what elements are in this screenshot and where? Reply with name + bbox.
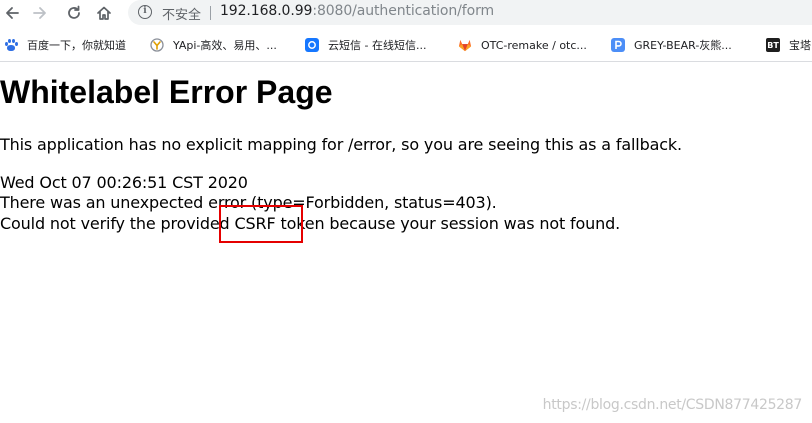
url-path: :8080/authentication/form	[312, 3, 495, 19]
bookmark-cloud-sms[interactable]: 云短信 - 在线短信...	[305, 37, 426, 53]
bookmark-label: 宝塔	[789, 39, 811, 52]
forward-arrow-icon[interactable]	[30, 3, 50, 23]
gitlab-icon	[458, 38, 472, 52]
bookmark-label: YApi-高效、易用、...	[173, 39, 277, 52]
browser-toolbar: i 不安全 192.168.0.99:8080/authentication/f…	[0, 0, 812, 26]
info-icon[interactable]: i	[138, 5, 152, 19]
bookmark-baidu[interactable]: 百度一下，你就知道	[4, 37, 126, 53]
csrf-highlight-box	[219, 205, 303, 243]
cloud-sms-icon	[305, 38, 319, 52]
bookmarks-bar: 百度一下，你就知道 YApi-高效、易用、... 云短信 - 在线短信... O…	[0, 26, 812, 62]
security-label[interactable]: 不安全	[162, 4, 201, 23]
bookmark-label: OTC-remake / otc...	[481, 38, 587, 52]
page-content: Whitelabel Error Page This application h…	[0, 62, 812, 423]
reload-icon[interactable]	[64, 3, 84, 23]
bookmark-label: 云短信 - 在线短信...	[328, 39, 427, 52]
page-title: Whitelabel Error Page	[0, 74, 333, 110]
fallback-message: This application has no explicit mapping…	[0, 135, 682, 154]
back-arrow-icon[interactable]	[2, 3, 22, 23]
url-text[interactable]: 192.168.0.99:8080/authentication/form	[220, 3, 494, 19]
home-icon[interactable]	[94, 3, 114, 23]
address-bar[interactable]: i 不安全 192.168.0.99:8080/authentication/f…	[128, 0, 812, 25]
omnibox-divider	[210, 6, 211, 20]
watermark: https://blog.csdn.net/CSDN877425287	[542, 397, 803, 413]
bookmark-baota[interactable]: BT 宝塔	[766, 37, 811, 53]
yapi-icon	[150, 38, 164, 52]
bookmark-yapi[interactable]: YApi-高效、易用、...	[150, 37, 277, 53]
error-timestamp: Wed Oct 07 00:26:51 CST 2020	[0, 173, 248, 192]
error-message-line: Could not verify the provided CSRF token…	[0, 214, 621, 233]
bookmark-label: 百度一下，你就知道	[27, 39, 126, 52]
bookmark-grey-bear[interactable]: GREY-BEAR-灰熊...	[611, 37, 732, 53]
bookmark-label: GREY-BEAR-灰熊...	[634, 39, 732, 52]
url-host: 192.168.0.99	[220, 3, 313, 19]
bt-icon: BT	[766, 38, 780, 52]
p-icon	[611, 38, 625, 52]
baidu-paw-icon	[4, 38, 18, 52]
bookmark-gitlab-otc[interactable]: OTC-remake / otc...	[458, 37, 587, 53]
